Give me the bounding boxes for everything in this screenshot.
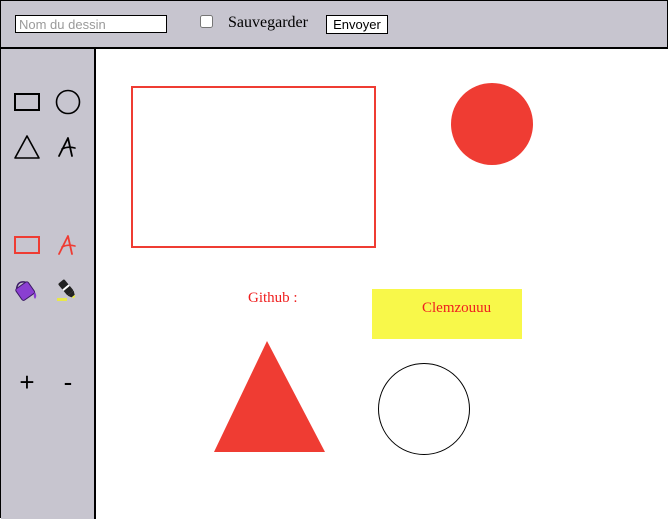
zoom-out-button[interactable]: - [54, 369, 82, 395]
rectangle-tool-button[interactable] [13, 88, 41, 116]
paint-bucket-icon [15, 281, 37, 301]
fill-tool-button[interactable] [13, 276, 41, 304]
highlighter-icon [57, 279, 76, 301]
github-username-text[interactable]: Clemzouuu [422, 300, 491, 317]
drawn-rectangle[interactable] [131, 86, 376, 248]
drawn-filled-circle[interactable] [451, 83, 533, 165]
github-label-text[interactable]: Github : [248, 290, 298, 307]
rectangle-outline-red-icon [14, 236, 40, 254]
triangle-icon [14, 135, 40, 159]
top-toolbar: Sauvegarder Envoyer [1, 1, 667, 49]
send-button[interactable]: Envoyer [326, 15, 388, 34]
circle-tool-button[interactable] [54, 88, 82, 116]
save-label: Sauvegarder [228, 14, 308, 31]
text-color-button[interactable] [54, 231, 82, 259]
drawn-outline-circle[interactable] [378, 363, 470, 455]
stroke-color-button[interactable] [13, 231, 41, 259]
zoom-in-button[interactable]: + [13, 369, 41, 395]
rectangle-icon [14, 93, 40, 111]
drawing-name-input[interactable] [15, 15, 167, 33]
text-a-red-icon [58, 235, 76, 255]
triangle-tool-button[interactable] [13, 133, 41, 161]
tool-sidebar: + - [1, 49, 96, 519]
highlighter-tool-button[interactable] [54, 276, 82, 304]
drawn-filled-triangle[interactable] [214, 341, 326, 453]
drawing-canvas[interactable]: Github : Clemzouuu [96, 49, 668, 518]
text-a-icon [58, 137, 76, 157]
app-window: Sauvegarder Envoyer [0, 0, 668, 519]
circle-icon [55, 89, 81, 115]
save-checkbox[interactable] [200, 15, 213, 28]
text-tool-button[interactable] [54, 133, 82, 161]
